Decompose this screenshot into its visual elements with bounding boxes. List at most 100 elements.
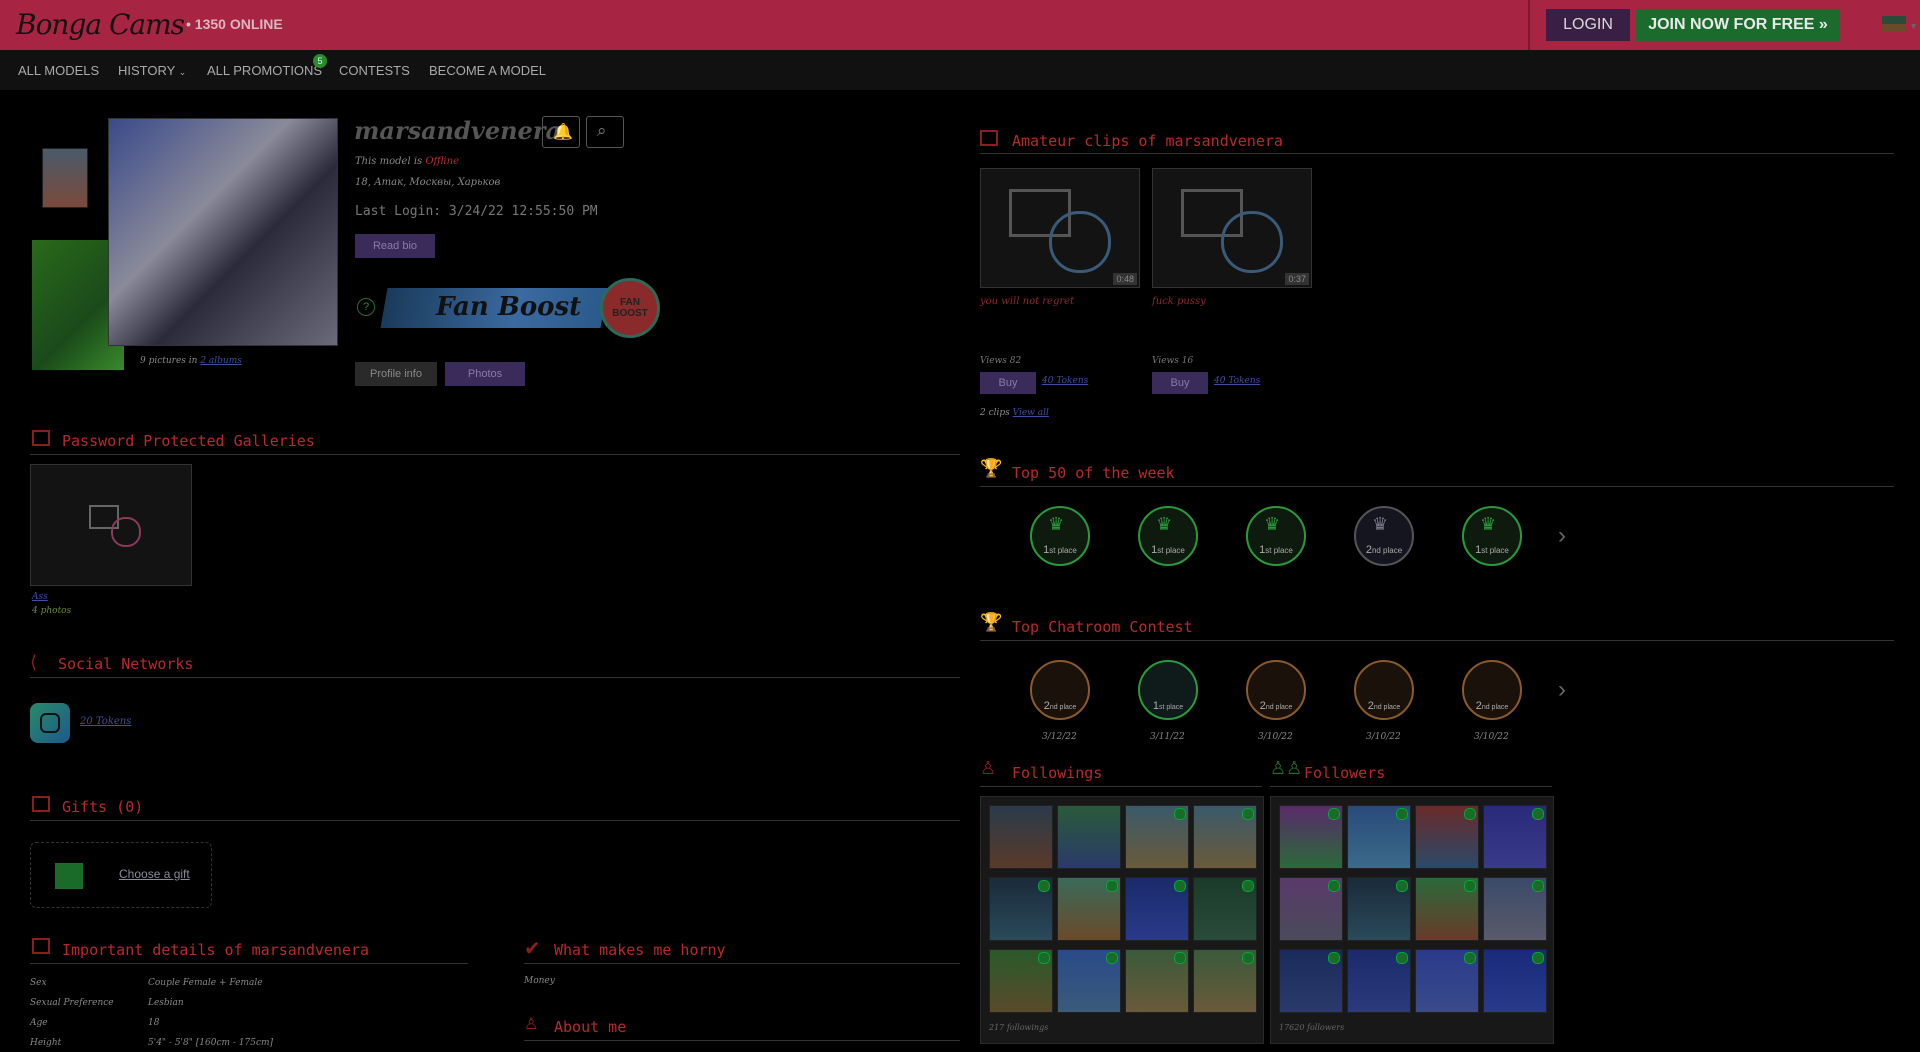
detail-value: Lesbian bbox=[148, 998, 184, 1008]
followings-panel: 217 followings bbox=[980, 796, 1264, 1044]
lock-icon bbox=[1049, 211, 1111, 273]
clip-price-link[interactable]: 40 Tokens bbox=[1042, 376, 1088, 386]
clip-card-2[interactable]: 0:37 bbox=[1152, 168, 1312, 288]
notify-button[interactable]: 🔔 bbox=[542, 116, 580, 148]
follower-avatar[interactable] bbox=[1415, 949, 1479, 1013]
locked-gallery[interactable] bbox=[30, 464, 192, 586]
profile-main-photo[interactable] bbox=[108, 118, 338, 346]
clips-view-all-link[interactable]: View all bbox=[1013, 408, 1049, 418]
badge-place: 1st place bbox=[1032, 544, 1088, 556]
chevron-down-icon[interactable]: ▼ bbox=[1909, 21, 1918, 31]
follower-avatar[interactable] bbox=[1415, 877, 1479, 941]
follower-avatar[interactable] bbox=[1279, 949, 1343, 1013]
albums-link[interactable]: 2 albums bbox=[200, 356, 242, 366]
profile-info-tab[interactable]: Profile info bbox=[355, 362, 437, 386]
camera-icon bbox=[32, 430, 50, 446]
clip-price-link[interactable]: 40 Tokens bbox=[1214, 376, 1260, 386]
crown-icon: ♛ bbox=[1048, 514, 1065, 534]
top50-badge[interactable]: ♛ 1st place bbox=[1462, 506, 1522, 566]
follower-avatar[interactable] bbox=[1347, 805, 1411, 869]
place-suffix: nd place bbox=[1265, 704, 1293, 711]
following-avatar[interactable] bbox=[989, 949, 1053, 1013]
divider bbox=[1270, 786, 1552, 787]
following-avatar[interactable] bbox=[1125, 805, 1189, 869]
chatroom-badge[interactable]: 1st place bbox=[1138, 660, 1198, 720]
nav-contests[interactable]: CONTESTS bbox=[339, 63, 410, 78]
online-dot bbox=[1532, 880, 1544, 892]
clip-buy-button[interactable]: Buy bbox=[1152, 372, 1208, 394]
follower-avatar[interactable] bbox=[1483, 877, 1547, 941]
nav-history[interactable]: HISTORY ⌄ bbox=[118, 63, 186, 78]
divider bbox=[980, 786, 1262, 787]
help-icon[interactable]: ? bbox=[357, 298, 375, 316]
top50-badge[interactable]: ♛ 1st place bbox=[1138, 506, 1198, 566]
online-dot bbox=[1464, 952, 1476, 964]
follower-avatar[interactable] bbox=[1279, 877, 1343, 941]
detail-value: Couple Female + Female bbox=[148, 978, 263, 988]
model-status: This model is Offline bbox=[355, 156, 459, 167]
status-offline: Offline bbox=[425, 156, 459, 167]
clip-title[interactable]: you will not regret bbox=[980, 296, 1074, 307]
following-avatar[interactable] bbox=[1125, 949, 1189, 1013]
search-model-button[interactable]: ⌕ bbox=[586, 116, 624, 148]
follower-avatar[interactable] bbox=[1483, 949, 1547, 1013]
chatroom-badge[interactable]: 2nd place bbox=[1462, 660, 1522, 720]
chevron-right-icon[interactable]: › bbox=[1558, 676, 1566, 704]
online-dot bbox=[1174, 952, 1186, 964]
chatroom-badge[interactable]: 2nd place bbox=[1246, 660, 1306, 720]
chevron-right-icon[interactable]: › bbox=[1558, 522, 1566, 550]
clip-buy-button[interactable]: Buy bbox=[980, 372, 1036, 394]
login-button[interactable]: LOGIN bbox=[1546, 9, 1630, 41]
instagram-price-link[interactable]: 20 Tokens bbox=[80, 716, 131, 727]
read-bio-button[interactable]: Read bio bbox=[355, 234, 435, 258]
top50-badge[interactable]: ♛ 1st place bbox=[1246, 506, 1306, 566]
following-avatar[interactable] bbox=[1057, 877, 1121, 941]
document-icon bbox=[32, 938, 50, 954]
follower-avatar[interactable] bbox=[1415, 805, 1479, 869]
clip-card-1[interactable]: 0:48 bbox=[980, 168, 1140, 288]
following-avatar[interactable] bbox=[1057, 949, 1121, 1013]
following-avatar[interactable] bbox=[989, 877, 1053, 941]
following-avatar[interactable] bbox=[1057, 805, 1121, 869]
crown-icon: ♛ bbox=[1372, 514, 1389, 534]
clip-title[interactable]: fuck pussy bbox=[1152, 296, 1206, 307]
online-dot bbox=[1396, 808, 1408, 820]
choose-gift-link[interactable]: Choose a gift bbox=[119, 867, 190, 881]
place-suffix: nd place bbox=[1049, 704, 1077, 711]
nav-all-models[interactable]: ALL MODELS bbox=[18, 63, 99, 78]
about-title: About me bbox=[554, 1018, 627, 1036]
online-dot bbox=[1464, 808, 1476, 820]
following-avatar[interactable] bbox=[989, 805, 1053, 869]
language-flag-icon[interactable] bbox=[1882, 16, 1906, 32]
online-dot bbox=[1242, 808, 1254, 820]
place-suffix: st place bbox=[1265, 546, 1293, 555]
chatroom-badge[interactable]: 2nd place bbox=[1030, 660, 1090, 720]
following-avatar[interactable] bbox=[1193, 805, 1257, 869]
following-avatar[interactable] bbox=[1193, 877, 1257, 941]
instagram-icon[interactable] bbox=[30, 703, 70, 743]
divider bbox=[980, 486, 1894, 487]
top50-badge[interactable]: ♛ 2nd place bbox=[1354, 506, 1414, 566]
nav-promotions[interactable]: ALL PROMOTIONS bbox=[207, 63, 322, 78]
site-logo[interactable]: Bonga Cams bbox=[16, 8, 185, 41]
photos-tab[interactable]: Photos bbox=[445, 362, 525, 386]
top50-badge[interactable]: ♛ 1st place bbox=[1030, 506, 1090, 566]
nav-become-model[interactable]: BECOME A MODEL bbox=[429, 63, 546, 78]
following-avatar[interactable] bbox=[1193, 949, 1257, 1013]
top50-title: Top 50 of the week bbox=[1012, 464, 1175, 482]
chatroom-badge[interactable]: 2nd place bbox=[1354, 660, 1414, 720]
follower-avatar[interactable] bbox=[1347, 877, 1411, 941]
profile-thumb-1[interactable] bbox=[42, 148, 88, 208]
divider bbox=[980, 640, 1894, 641]
place-suffix: nd place bbox=[1371, 546, 1403, 555]
fan-boost-badge[interactable]: FAN BOOST bbox=[600, 278, 660, 338]
join-button[interactable]: JOIN NOW FOR FREE » bbox=[1636, 9, 1840, 41]
online-dot bbox=[1242, 880, 1254, 892]
following-avatar[interactable] bbox=[1125, 877, 1189, 941]
follower-avatar[interactable] bbox=[1347, 949, 1411, 1013]
gallery-name-link[interactable]: Ass bbox=[32, 592, 48, 602]
badge-date: 3/10/22 bbox=[1258, 732, 1293, 742]
choose-gift-box[interactable]: Choose a gift bbox=[30, 842, 212, 908]
follower-avatar[interactable] bbox=[1279, 805, 1343, 869]
follower-avatar[interactable] bbox=[1483, 805, 1547, 869]
